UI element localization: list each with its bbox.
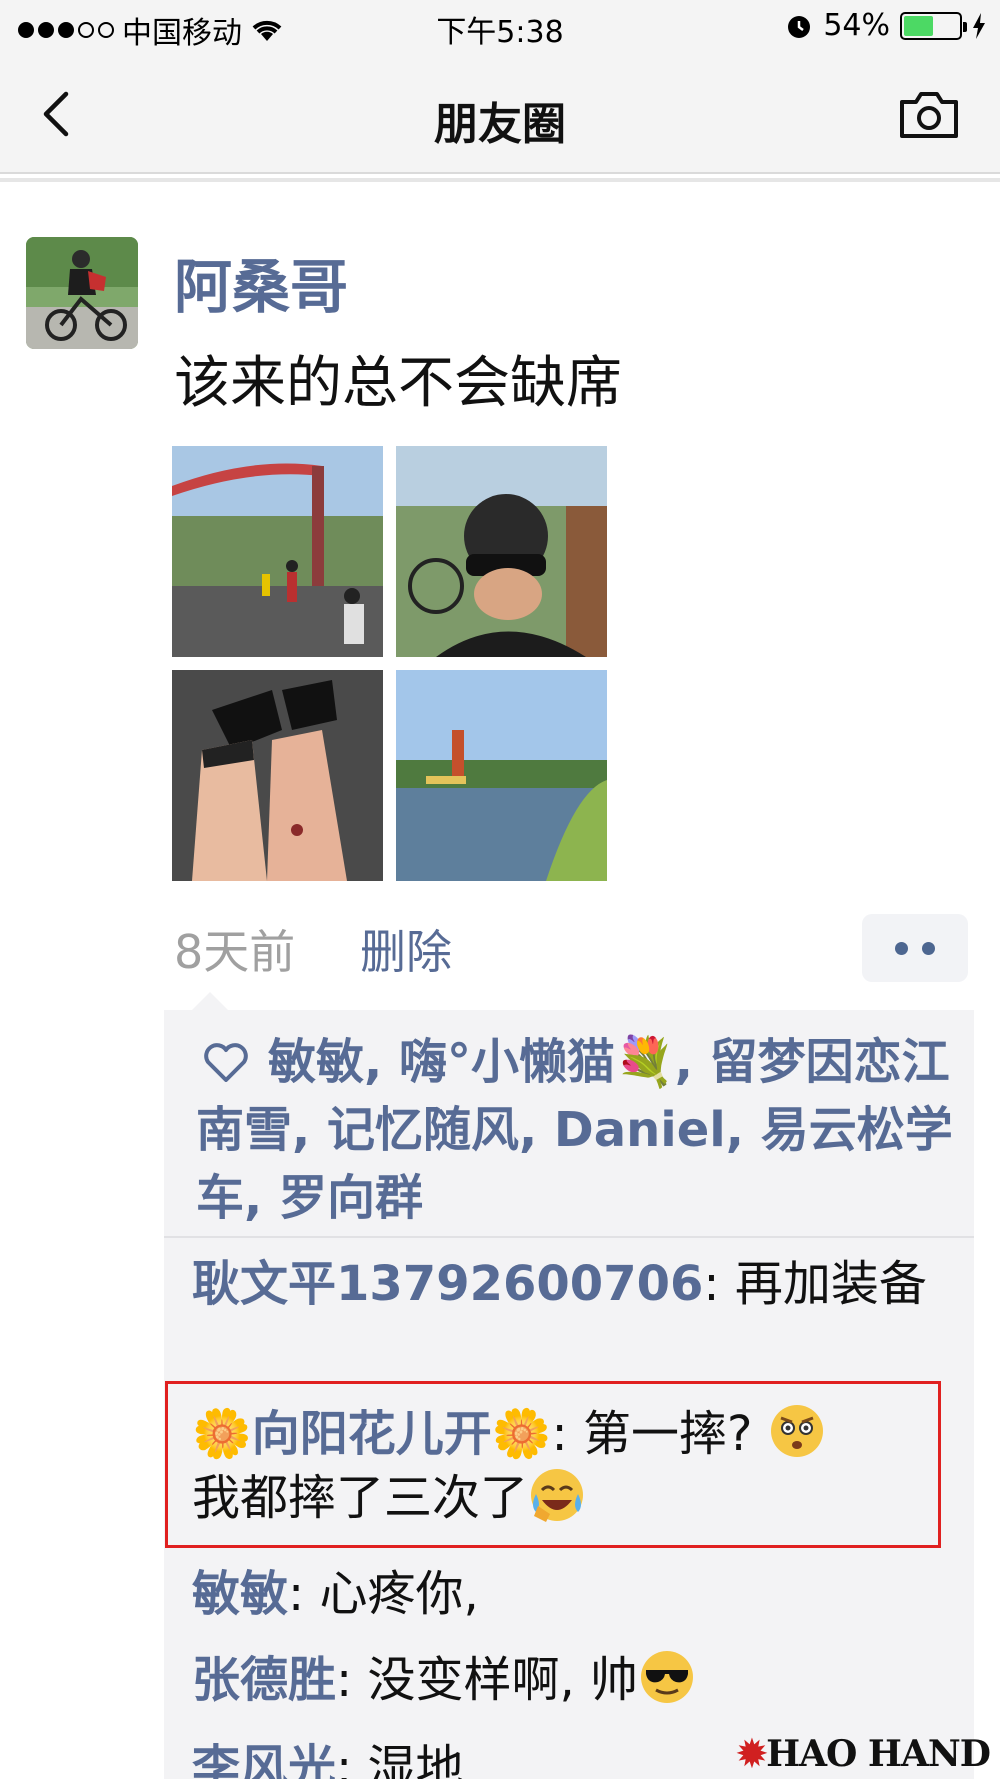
nav-bar: 朋友圈 xyxy=(0,54,1000,174)
shocked-face-icon xyxy=(770,1405,823,1457)
battery-percent: 54% xyxy=(823,8,890,43)
comment-author[interactable]: 敏敏 xyxy=(192,1566,288,1622)
alarm-icon xyxy=(788,15,811,38)
nav-divider xyxy=(0,178,1000,182)
likes-divider xyxy=(164,1236,974,1238)
camera-icon xyxy=(900,92,958,138)
delete-link[interactable]: 删除 xyxy=(360,916,452,982)
comment-author[interactable]: 耿文平13792600706 xyxy=(192,1256,703,1312)
comment-text: : 再加装备 xyxy=(703,1256,927,1312)
comment-author[interactable]: 🌼向阳花儿开🌼 xyxy=(192,1406,552,1462)
sunglasses-face-icon xyxy=(640,1651,693,1703)
status-right: 54% xyxy=(785,8,986,43)
flame-icon: ✹ xyxy=(736,1733,767,1775)
comment-text: : 没变样啊, 帅 xyxy=(336,1652,638,1708)
comment-author[interactable]: 李风光 xyxy=(192,1740,336,1779)
comment-item[interactable]: 耿文平13792600706: 再加装备 xyxy=(192,1252,932,1316)
photo-thumbnail[interactable] xyxy=(396,446,607,657)
watermark-text: HAO HAND xyxy=(766,1733,991,1775)
comment-item[interactable]: 张德胜: 没变样啊, 帅 xyxy=(192,1648,952,1712)
comment-text-line2: 我都摔了三次了 xyxy=(192,1470,529,1526)
comment-author[interactable]: 张德胜 xyxy=(192,1652,336,1708)
comment-text: : 心疼你, xyxy=(288,1566,479,1622)
post-meta: 8天前 删除 xyxy=(174,916,452,982)
dot-icon xyxy=(895,941,908,955)
page-title: 朋友圈 xyxy=(434,99,566,150)
avatar[interactable] xyxy=(26,237,138,349)
status-bar: 中国移动 下午5:38 54% xyxy=(0,0,1000,54)
photo-thumbnail[interactable] xyxy=(172,446,383,657)
more-actions-button[interactable] xyxy=(862,914,968,982)
post-author[interactable]: 阿桑哥 xyxy=(174,240,348,324)
likes-list: 敏敏, 嗨°小懒猫💐, 留梦因恋江南雪, 记忆随风, Daniel, 易云松学车… xyxy=(196,1028,956,1232)
post-timestamp: 8天前 xyxy=(174,925,296,979)
heart-icon xyxy=(204,1043,248,1082)
photo-thumbnail[interactable] xyxy=(396,670,607,881)
likes-names[interactable]: 敏敏, 嗨°小懒猫💐, 留梦因恋江南雪, 记忆随风, Daniel, 易云松学车… xyxy=(196,1034,953,1226)
post-text: 该来的总不会缺席 xyxy=(174,351,622,416)
comment-text: : 湿地 xyxy=(336,1740,464,1779)
battery-icon xyxy=(900,11,967,40)
camera-button[interactable] xyxy=(896,84,962,144)
watermark-logo: ✹HAO HAND xyxy=(736,1733,991,1775)
photo-grid xyxy=(172,446,612,882)
charging-icon xyxy=(973,12,985,39)
battery-level xyxy=(904,15,934,36)
comment-item[interactable]: 🌼向阳花儿开🌼: 第一摔? 我都摔了三次了 xyxy=(192,1402,932,1530)
laughing-crying-face-icon xyxy=(531,1469,584,1522)
photo-thumbnail[interactable] xyxy=(172,670,383,881)
comment-text: : 第一摔? xyxy=(551,1406,768,1462)
comment-item[interactable]: 敏敏: 心疼你, xyxy=(192,1562,952,1626)
dot-icon xyxy=(922,941,935,955)
